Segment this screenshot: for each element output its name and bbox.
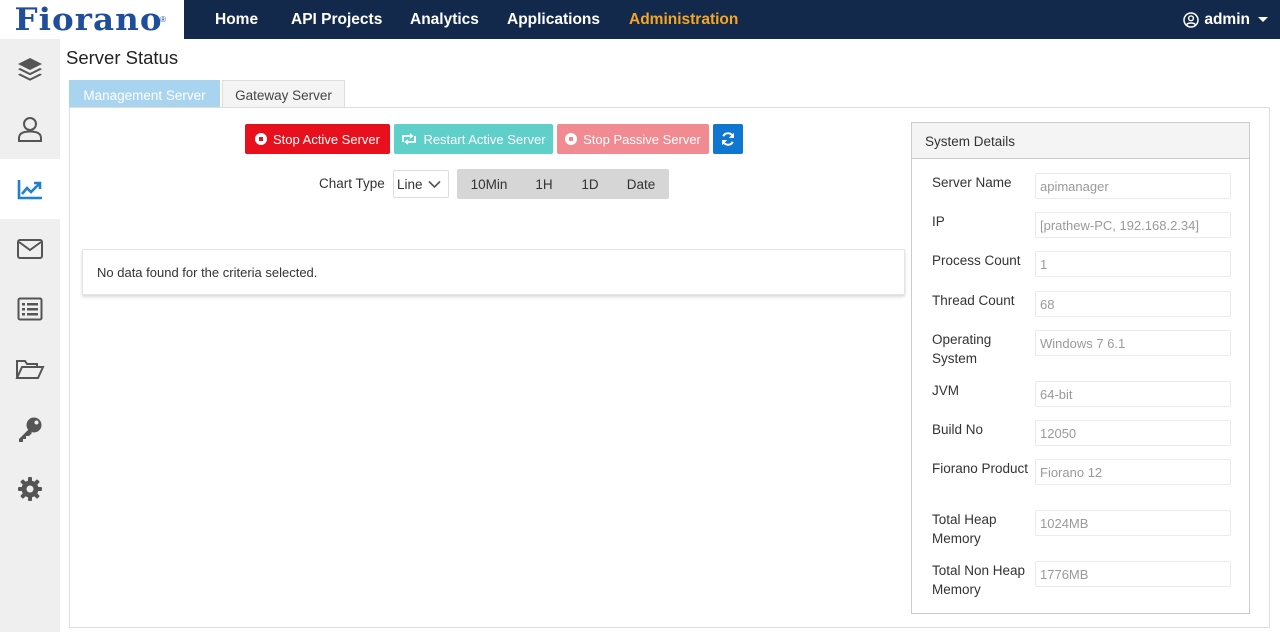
refresh-button[interactable] [713, 124, 743, 154]
nav-home[interactable]: Home [215, 0, 258, 39]
sidebar [0, 39, 60, 632]
user-name: admin [1204, 10, 1250, 28]
refresh-icon [722, 132, 734, 146]
gear-icon [18, 477, 42, 501]
total-non-heap-memory-label: Total Non Heap Memory [932, 563, 1026, 597]
build-no-label: Build No [932, 422, 984, 437]
chevron-down-icon [428, 180, 441, 189]
build-no-field: 12050 [1035, 420, 1231, 446]
ip-value: [prathew-PC, 192.168.2.34] [1040, 218, 1199, 233]
list-icon [17, 297, 43, 321]
nav-api-projects[interactable]: API Projects [291, 0, 382, 39]
thread-count-label: Thread Count [932, 293, 1015, 308]
total-non-heap-memory-field: 1776MB [1035, 561, 1231, 587]
sidebar-item-settings[interactable] [0, 459, 60, 519]
sidebar-item-layers[interactable] [0, 39, 60, 99]
sidebar-item-users[interactable] [0, 99, 60, 159]
total-heap-memory-label: Total Heap Memory [932, 512, 997, 546]
user-circle-icon [1183, 11, 1200, 28]
chart-type-value: Line [397, 177, 423, 192]
top-navbar: Fiorano ® Home API Projects Analytics App… [0, 0, 1280, 39]
operating-system-label: Operating System [932, 332, 992, 366]
chart-type-label: Chart Type [319, 176, 385, 191]
sidebar-item-messages[interactable] [0, 219, 60, 279]
retweet-icon [402, 133, 417, 145]
range-10min-button[interactable]: 10Min [457, 169, 521, 199]
no-data-message: No data found for the criteria selected. [82, 249, 905, 295]
page-title: Server Status [66, 47, 179, 68]
stop-active-label: Stop Active Server [273, 131, 380, 147]
sidebar-item-keys[interactable] [0, 399, 60, 459]
user-menu[interactable]: admin [1183, 0, 1268, 39]
nav-applications[interactable]: Applications [507, 0, 600, 39]
server-name-field: apimanager [1035, 173, 1231, 199]
range-1h-button[interactable]: 1H [524, 169, 564, 199]
total-heap-memory-field: 1024MB [1035, 510, 1231, 536]
layers-icon [18, 58, 42, 81]
system-details-panel: System Details Server Name apimanager IP… [911, 122, 1250, 614]
chart-icon [17, 180, 42, 200]
stop-icon [565, 133, 578, 145]
logo-text: Fiorano [14, 1, 163, 38]
range-1d-button[interactable]: 1D [570, 169, 610, 199]
fiorano-product-label: Fiorano Product [932, 461, 1029, 476]
key-icon [19, 417, 42, 442]
jvm-label: JVM [932, 383, 959, 398]
sidebar-item-list[interactable] [0, 279, 60, 339]
range-date-button[interactable]: Date [617, 169, 665, 199]
sidebar-item-analytics[interactable] [0, 159, 60, 219]
tab-gateway-server[interactable]: Gateway Server [222, 80, 345, 108]
chart-type-select[interactable]: Line [393, 170, 449, 198]
process-count-label: Process Count [932, 253, 1021, 268]
fiorano-product-field: Fiorano 12 [1035, 459, 1231, 485]
tab-management-server[interactable]: Management Server [69, 80, 220, 108]
chevron-down-icon [1258, 17, 1268, 22]
sidebar-item-files[interactable] [0, 339, 60, 399]
stop-icon [255, 133, 268, 145]
fiorano-logo[interactable]: Fiorano ® [0, 0, 184, 39]
process-count-field: 1 [1035, 251, 1231, 277]
user-icon [18, 117, 42, 142]
operating-system-field: Windows 7 6.1 [1035, 330, 1231, 356]
system-details-title: System Details [912, 123, 1249, 159]
time-range-group: 10Min 1H 1D Date [457, 169, 669, 199]
folder-open-icon [15, 360, 45, 379]
nav-administration[interactable]: Administration [629, 0, 738, 39]
restart-active-server-button[interactable]: Restart Active Server [394, 124, 553, 154]
server-name-label: Server Name [932, 175, 1012, 190]
mail-icon [17, 239, 43, 259]
jvm-field: 64-bit [1035, 381, 1231, 407]
ip-field: [prathew-PC, 192.168.2.34] [1035, 212, 1231, 238]
nav-analytics[interactable]: Analytics [410, 0, 479, 39]
thread-count-field: 68 [1035, 291, 1231, 317]
ip-label: IP [932, 214, 945, 229]
stop-active-server-button[interactable]: Stop Active Server [245, 124, 390, 154]
stop-passive-server-button[interactable]: Stop Passive Server [557, 124, 709, 154]
stop-passive-label: Stop Passive Server [583, 131, 701, 147]
restart-active-label: Restart Active Server [423, 131, 546, 147]
